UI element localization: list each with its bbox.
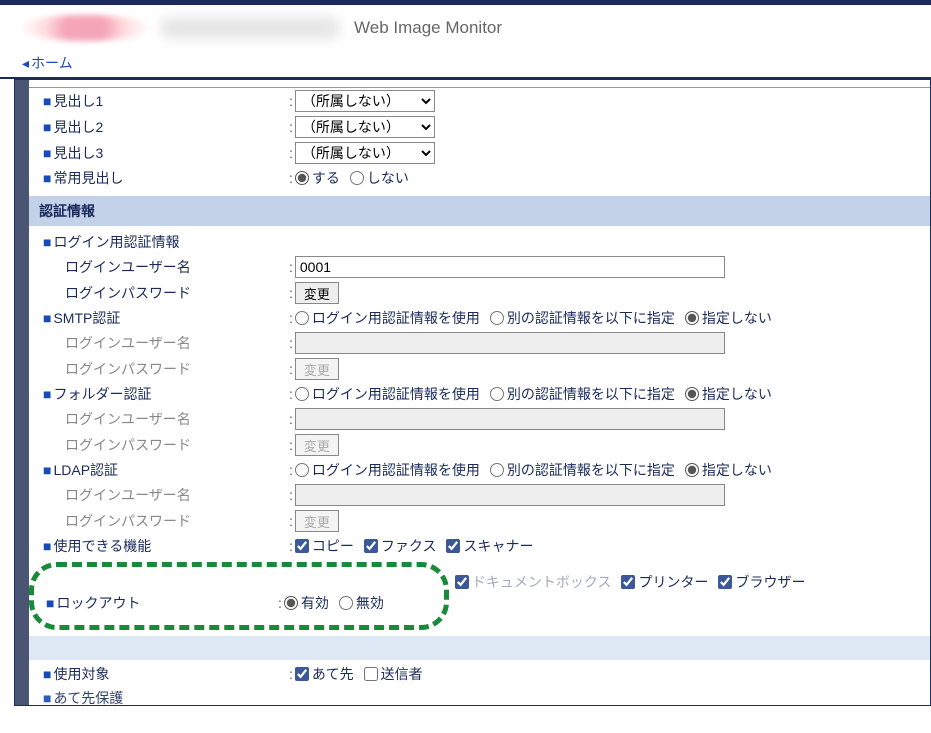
ldap-user-input	[295, 484, 725, 506]
content-shell: ■見出し1 : （所属しない） ■見出し2 : （所属しない） ■見出し3 :	[14, 79, 931, 706]
heading3-select[interactable]: （所属しない）	[295, 142, 435, 164]
login-pass-change-button[interactable]: 変更	[295, 282, 339, 304]
heading2-label: 見出し2	[53, 117, 103, 137]
app-title: Web Image Monitor	[354, 18, 502, 38]
func-browser-checkbox[interactable]	[718, 575, 732, 589]
ldap-specify-radio[interactable]	[490, 463, 504, 477]
usage-dest-checkbox[interactable]	[295, 667, 309, 681]
functions-label: 使用できる機能	[53, 536, 151, 556]
folder-use-login-radio[interactable]	[295, 387, 309, 401]
ldap-user-label: ログインユーザー名	[65, 485, 191, 505]
folder-pass-change-button: 変更	[295, 434, 339, 456]
auth-section-header: 認証情報	[29, 196, 930, 226]
heading2-select[interactable]: （所属しない）	[295, 116, 435, 138]
ldap-none-radio[interactable]	[685, 463, 699, 477]
smtp-pass-label: ログインパスワード	[65, 359, 191, 379]
smtp-user-input	[295, 332, 725, 354]
smtp-user-label: ログインユーザー名	[65, 333, 191, 353]
usage-label: 使用対象	[53, 664, 109, 684]
folder-none-radio[interactable]	[685, 387, 699, 401]
protect-label: あて先保護	[53, 688, 123, 705]
brand-logo	[20, 15, 150, 41]
common-no-radio[interactable]	[350, 171, 364, 185]
smtp-none-radio[interactable]	[685, 311, 699, 325]
func-copy-checkbox[interactable]	[295, 539, 309, 553]
folder-specify-radio[interactable]	[490, 387, 504, 401]
heading3-row: ■見出し3 : （所属しない）	[29, 140, 930, 166]
lockout-label: ロックアウト	[56, 593, 140, 613]
common-heading-label: 常用見出し	[53, 168, 123, 188]
blurred-text	[160, 17, 340, 39]
smtp-use-login-radio[interactable]	[295, 311, 309, 325]
func-scanner-checkbox[interactable]	[446, 539, 460, 553]
folder-pass-label: ログインパスワード	[65, 435, 191, 455]
func-docserver-checkbox[interactable]	[455, 575, 469, 589]
login-user-label: ログインユーザー名	[65, 257, 191, 277]
sub-section-bar	[29, 636, 930, 660]
heading1-row: ■見出し1 : （所属しない）	[29, 88, 930, 114]
heading1-label: 見出し1	[53, 91, 103, 111]
lockout-disabled-radio[interactable]	[339, 596, 353, 610]
ldap-pass-change-button: 変更	[295, 510, 339, 532]
heading3-label: 見出し3	[53, 143, 103, 163]
smtp-specify-radio[interactable]	[490, 311, 504, 325]
lockout-enabled-radio[interactable]	[284, 596, 298, 610]
header: Web Image Monitor	[0, 5, 931, 49]
smtp-label: SMTP認証	[53, 308, 120, 328]
common-heading-row: ■常用見出し : する しない	[29, 166, 930, 190]
ldap-pass-label: ログインパスワード	[65, 511, 191, 531]
login-auth-label: ログイン用認証情報	[53, 232, 179, 252]
ldap-label: LDAP認証	[53, 460, 118, 480]
func-fax-checkbox[interactable]	[364, 539, 378, 553]
func-printer-checkbox[interactable]	[621, 575, 635, 589]
folder-user-label: ログインユーザー名	[65, 409, 191, 429]
login-pass-label: ログインパスワード	[65, 283, 191, 303]
folder-label: フォルダー認証	[53, 384, 151, 404]
settings-panel: ■見出し1 : （所属しない） ■見出し2 : （所属しない） ■見出し3 :	[29, 80, 930, 705]
common-yes-radio[interactable]	[295, 171, 309, 185]
heading1-select[interactable]: （所属しない）	[295, 90, 435, 112]
usage-sender-checkbox[interactable]	[364, 667, 378, 681]
home-link[interactable]: ホーム	[0, 49, 73, 77]
login-user-input[interactable]	[295, 256, 725, 278]
heading2-row: ■見出し2 : （所属しない）	[29, 114, 930, 140]
folder-user-input	[295, 408, 725, 430]
smtp-pass-change-button: 変更	[295, 358, 339, 380]
ldap-use-login-radio[interactable]	[295, 463, 309, 477]
